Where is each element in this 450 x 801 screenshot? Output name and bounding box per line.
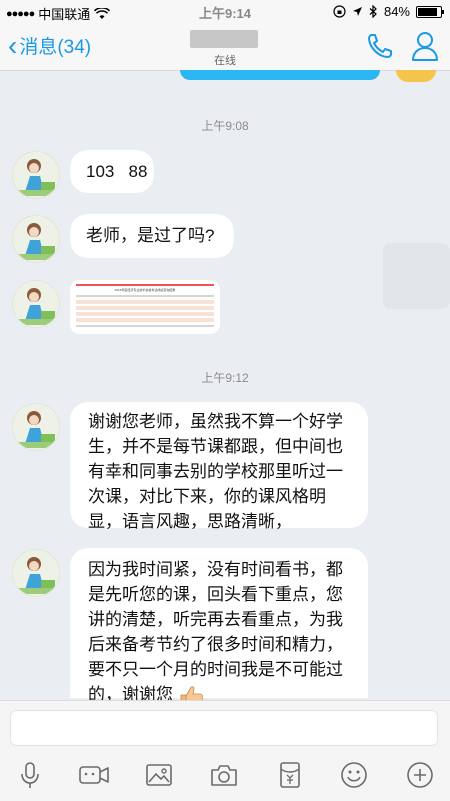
message-line: 有幸和同事去别的学校那里听过一 (88, 462, 343, 481)
message-line: 谢谢您老师，虽然我不算一个好学 (88, 412, 343, 431)
battery-icon (416, 5, 444, 18)
camera-icon[interactable] (208, 759, 240, 791)
message-bubble[interactable]: 谢谢您老师，虽然我不算一个好学 生，并不是每节课都跟，但中间也 有幸和同事去别的… (70, 402, 368, 531)
location-icon (352, 7, 362, 16)
document-header-line (76, 284, 214, 286)
red-packet-icon[interactable] (274, 759, 306, 791)
contact-name-redacted (190, 30, 258, 48)
image-caption: 2018年度经济专业技术资格考试成绩查询结果 (114, 288, 176, 292)
plus-icon[interactable] (404, 759, 436, 791)
message-line: 后来备考节约了很多时间和精力， (88, 635, 343, 654)
input-area (0, 700, 450, 801)
message-bubble[interactable]: 因为我时间紧，没有时间看书，都 是先听您的课，回头看下重点，您 讲的清楚，听完再… (70, 548, 368, 707)
message-line: 显，语言风趣，思路清晰， (88, 512, 292, 531)
message-line: 生，并不是每节课都跟，但中间也 (88, 437, 343, 456)
profile-button[interactable] (410, 30, 440, 62)
message-line: 讲的清楚，听完再去看重点，为我 (88, 610, 343, 629)
message-text: 老师，是过了吗? (86, 226, 215, 245)
avatar[interactable] (12, 215, 60, 263)
avatar[interactable] (12, 151, 60, 199)
message-line: 因为我时间紧，没有时间看书，都 (88, 560, 343, 579)
image-icon[interactable] (143, 759, 175, 791)
rotation-lock-icon (333, 5, 346, 18)
timestamp: 上午9:12 (201, 371, 249, 385)
emoji-icon[interactable] (338, 759, 370, 791)
previous-outgoing-bubble (180, 70, 380, 80)
bluetooth-icon (369, 5, 377, 18)
input-toolbar (0, 759, 450, 793)
timestamp: 上午9:08 (201, 119, 249, 133)
message-line: 要不只一个月的时间我是不可能过 (88, 660, 343, 679)
status-bar: ●●●●● 中国联通 上午9:14 84% (0, 0, 450, 24)
blurred-panel (383, 243, 450, 309)
avatar[interactable] (12, 549, 60, 597)
message-line: 是先听您的课，回头看下重点，您 (88, 585, 343, 604)
avatar[interactable] (12, 403, 60, 451)
message-text: 103 88 (86, 162, 148, 181)
message-input[interactable] (10, 710, 438, 746)
video-icon[interactable] (78, 759, 110, 791)
status-right: 84% (333, 4, 444, 19)
battery-percent: 84% (383, 4, 410, 19)
microphone-icon[interactable] (14, 759, 46, 791)
avatar[interactable] (12, 280, 60, 328)
message-bubble[interactable]: 103 88 (70, 150, 154, 193)
phone-call-button[interactable] (366, 32, 394, 60)
image-message[interactable]: 2018年度经济专业技术资格考试成绩查询结果 (70, 280, 220, 334)
message-line: 次课，对比下来，你的课风格明 (88, 487, 326, 506)
nav-bar: ‹ 消息(34) 在线 (0, 24, 450, 71)
message-bubble[interactable]: 老师，是过了吗? (70, 214, 234, 258)
my-avatar (396, 70, 436, 82)
